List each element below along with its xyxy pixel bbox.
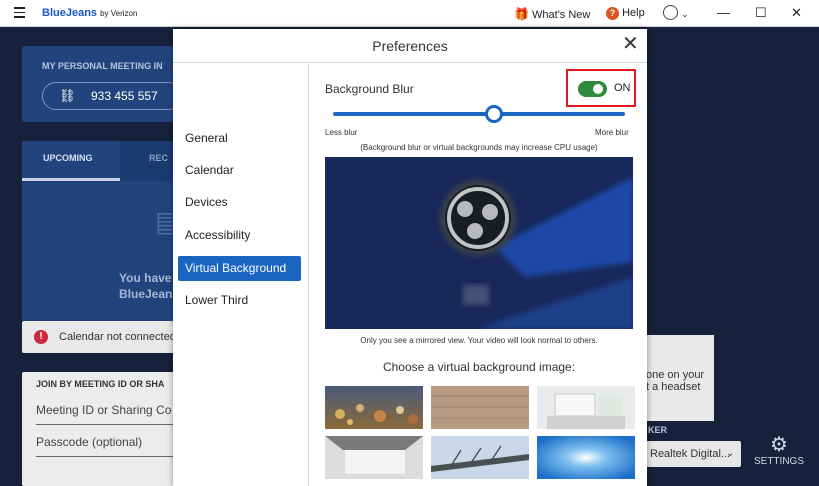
join-meeting-title: JOIN BY MEETING ID OR SHA (36, 379, 165, 389)
gear-icon: ⚙ (770, 434, 788, 456)
chevron-down-icon: ⌄ (726, 448, 735, 459)
whats-new-button[interactable]: 🎁 What's New (514, 7, 590, 21)
help-icon: ? (606, 7, 619, 20)
personal-meeting-id: 933 455 557 (91, 89, 158, 103)
gift-icon: 🎁 (514, 7, 529, 21)
preferences-dialog: Preferences ✕ General Calendar Devices A… (173, 29, 647, 486)
blur-slider-track[interactable] (333, 112, 625, 116)
preferences-nav: General Calendar Devices Accessibility V… (173, 64, 309, 486)
personal-meeting-id-pill[interactable]: ⛓ 933 455 557 (42, 82, 182, 110)
close-icon[interactable]: ✕ (622, 34, 639, 54)
mirror-note: Only you see a mirrored view. Your video… (360, 336, 598, 345)
background-thumbnail-office[interactable] (537, 386, 635, 429)
video-preview (325, 157, 633, 329)
blur-toggle-highlight: ON (566, 69, 636, 107)
background-thumbnail-brick[interactable] (431, 386, 529, 429)
less-blur-label: Less blur (325, 128, 358, 137)
dialog-title: Preferences (372, 38, 448, 54)
nav-item-accessibility[interactable]: Accessibility (178, 223, 301, 248)
dialog-header: Preferences ✕ (173, 29, 647, 63)
link-icon: ⛓ (59, 88, 76, 103)
speaker-select[interactable]: Realtek Digital... ⌄ (646, 441, 741, 467)
passcode-input[interactable]: Passcode (optional) (36, 435, 182, 457)
blur-slider-thumb[interactable] (484, 105, 503, 123)
more-blur-label: More blur (595, 128, 629, 137)
nav-item-lower-third[interactable]: Lower Third (178, 288, 301, 313)
nav-item-calendar[interactable]: Calendar (178, 158, 301, 183)
settings-button[interactable]: ⚙ SETTINGS (752, 434, 806, 474)
empty-meetings-text: You have BlueJean (119, 271, 173, 301)
background-thumbnail-bridge[interactable] (431, 436, 529, 479)
background-thumbnail-bokeh[interactable] (325, 386, 423, 429)
avatar-icon (663, 5, 678, 20)
app-brand: BlueJeans by Verizon (42, 7, 138, 19)
blur-toggle[interactable] (578, 81, 607, 97)
nav-item-devices[interactable]: Devices (178, 190, 301, 215)
audio-tip-card: one on your t a headset (646, 335, 714, 421)
calendar-alert[interactable]: ! Calendar not connected (22, 321, 182, 353)
account-menu-button[interactable]: ⌄ (663, 5, 689, 23)
menu-icon[interactable] (14, 7, 25, 18)
meeting-id-input[interactable]: Meeting ID or Sharing Co (36, 403, 182, 425)
calendar-icon: ▤ (155, 206, 182, 237)
error-icon: ! (34, 330, 48, 344)
speaker-label: KER (648, 425, 668, 435)
join-meeting-card: JOIN BY MEETING ID OR SHA Meeting ID or … (22, 372, 182, 486)
close-window-button[interactable]: ✕ (791, 5, 802, 21)
cpu-note: (Background blur or virtual backgrounds … (360, 143, 598, 152)
personal-meeting-title: MY PERSONAL MEETING IN (42, 61, 163, 71)
background-thumbnail-room[interactable] (325, 436, 423, 479)
blur-toggle-state: ON (614, 82, 631, 94)
nav-item-virtual-background[interactable]: Virtual Background (178, 256, 301, 281)
calendar-alert-text: Calendar not connected (59, 331, 176, 343)
minimize-button[interactable]: — (717, 5, 730, 20)
chevron-down-icon: ⌄ (681, 9, 689, 19)
maximize-button[interactable]: ☐ (755, 5, 767, 21)
background-blur-label: Background Blur (325, 82, 414, 96)
nav-item-general[interactable]: General (178, 126, 301, 151)
tab-recent[interactable]: REC (120, 141, 180, 181)
tab-upcoming[interactable]: UPCOMING (22, 141, 120, 181)
choose-background-label: Choose a virtual background image: (382, 360, 576, 374)
background-thumbnail-sky[interactable] (537, 436, 635, 479)
help-button[interactable]: ? Help (606, 7, 645, 20)
title-bar: BlueJeans by Verizon 🎁 What's New ? Help… (0, 0, 819, 27)
